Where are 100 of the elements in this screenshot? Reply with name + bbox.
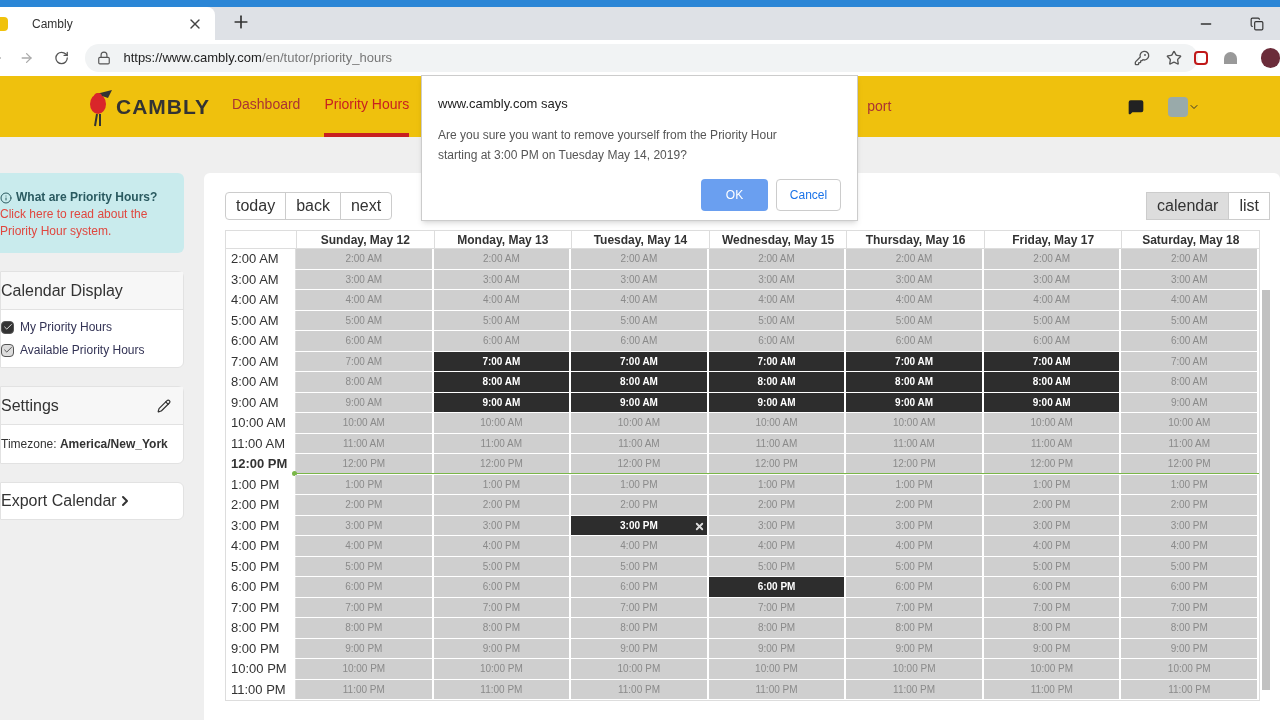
time-slot[interactable]: 2:00 AM [1121, 249, 1260, 269]
time-slot[interactable]: 7:00 PM [296, 597, 434, 617]
restore-icon[interactable] [1250, 16, 1264, 31]
time-slot[interactable]: 9:00 PM [846, 638, 984, 658]
time-slot[interactable]: 9:00 AM [296, 392, 434, 412]
profile-avatar-icon[interactable] [1261, 48, 1280, 68]
time-slot[interactable]: 9:00 AM [846, 392, 984, 412]
time-slot[interactable]: 7:00 PM [571, 597, 709, 617]
time-slot[interactable]: 6:00 AM [708, 331, 847, 351]
shield-extension-icon[interactable] [1194, 51, 1208, 65]
messages-icon[interactable] [1128, 98, 1145, 115]
cambly-logo[interactable]: CAMBLY [116, 90, 210, 123]
time-slot[interactable]: 2:00 PM [433, 495, 572, 515]
time-slot[interactable]: 4:00 PM [296, 536, 434, 556]
time-slot[interactable]: 3:00 AM [571, 269, 709, 289]
time-slot[interactable]: 2:00 AM [983, 249, 1122, 269]
reload-icon[interactable] [54, 50, 70, 66]
time-slot[interactable]: 2:00 PM [983, 495, 1122, 515]
nav-link[interactable]: Priority Hours [324, 76, 410, 137]
time-slot[interactable]: 10:00 PM [1121, 659, 1260, 679]
export-calendar-link[interactable]: Export Calendar [1, 489, 133, 513]
time-slot[interactable]: 9:00 PM [571, 638, 709, 658]
nav-button[interactable]: next [339, 192, 393, 220]
time-slot[interactable]: 8:00 PM [296, 618, 434, 638]
time-slot[interactable]: 6:00 PM [571, 577, 709, 597]
time-slot[interactable]: 12:00 PM [708, 454, 847, 474]
ok-button[interactable]: OK [701, 178, 768, 211]
time-slot[interactable]: 5:00 PM [846, 556, 984, 576]
time-slot[interactable]: 5:00 PM [1121, 556, 1260, 576]
time-slot[interactable]: 10:00 AM [1121, 413, 1260, 433]
time-slot[interactable]: 12:00 PM [1121, 454, 1260, 474]
time-slot[interactable]: 11:00 AM [296, 433, 434, 453]
time-slot[interactable]: 8:00 PM [708, 618, 847, 638]
time-slot[interactable]: 6:00 PM [1121, 577, 1260, 597]
time-slot[interactable]: 10:00 AM [571, 413, 709, 433]
time-slot[interactable]: 6:00 AM [846, 331, 984, 351]
time-slot[interactable]: 3:00 AM [296, 269, 434, 289]
time-slot[interactable]: 10:00 PM [983, 659, 1122, 679]
time-slot[interactable]: 4:00 AM [708, 290, 847, 310]
time-slot[interactable]: 7:00 PM [846, 597, 984, 617]
time-slot[interactable]: 10:00 AM [296, 413, 434, 433]
time-slot[interactable]: 9:00 AM [571, 392, 709, 412]
time-slot[interactable]: 10:00 PM [708, 659, 847, 679]
address-field[interactable]: https://www.cambly.com/en/tutor/priority_hours [85, 44, 1199, 72]
time-slot[interactable]: 10:00 PM [571, 659, 709, 679]
time-slot[interactable]: 8:00 AM [1121, 372, 1260, 392]
time-slot[interactable]: 2:00 PM [571, 495, 709, 515]
time-slot[interactable]: 11:00 AM [571, 433, 709, 453]
time-slot[interactable]: 4:00 AM [571, 290, 709, 310]
time-slot[interactable]: 3:00 AM [846, 269, 984, 289]
time-slot[interactable]: 11:00 PM [1121, 679, 1260, 699]
time-slot[interactable]: 4:00 PM [846, 536, 984, 556]
time-slot[interactable]: 2:00 PM [296, 495, 434, 515]
time-slot[interactable]: 1:00 PM [296, 474, 434, 494]
time-slot[interactable]: 11:00 PM [296, 679, 434, 699]
time-slot[interactable]: 12:00 PM [983, 454, 1122, 474]
time-slot[interactable]: 4:00 PM [1121, 536, 1260, 556]
time-slot[interactable]: 12:00 PM [433, 454, 572, 474]
time-slot[interactable]: 2:00 AM [571, 249, 709, 269]
time-slot[interactable]: 12:00 PM [571, 454, 709, 474]
scrollbar[interactable] [1262, 290, 1270, 690]
nav-link[interactable]: port [867, 96, 892, 117]
time-slot[interactable]: 2:00 PM [1121, 495, 1260, 515]
time-slot[interactable]: 1:00 PM [571, 474, 709, 494]
time-slot[interactable]: 7:00 AM [571, 351, 709, 371]
time-slot[interactable]: 4:00 PM [708, 536, 847, 556]
time-slot[interactable]: 4:00 AM [1121, 290, 1260, 310]
time-slot[interactable]: 8:00 PM [571, 618, 709, 638]
read-more-link[interactable]: Click here to read about the Priority Hour system. [0, 206, 150, 240]
time-slot[interactable]: 8:00 AM [983, 372, 1122, 392]
time-slot[interactable]: 10:00 PM [296, 659, 434, 679]
time-slot[interactable]: 8:00 AM [846, 372, 984, 392]
time-slot[interactable]: 7:00 AM [1121, 351, 1260, 371]
time-slot[interactable]: 5:00 AM [571, 310, 709, 330]
time-slot[interactable]: 11:00 AM [1121, 433, 1260, 453]
time-slot[interactable]: 2:00 AM [846, 249, 984, 269]
time-slot[interactable]: 4:00 AM [433, 290, 572, 310]
time-slot[interactable]: 8:00 PM [433, 618, 572, 638]
time-slot[interactable]: 8:00 PM [1121, 618, 1260, 638]
time-slot[interactable]: 6:00 PM [983, 577, 1122, 597]
time-slot[interactable]: 7:00 AM [846, 351, 984, 371]
time-slot[interactable]: 10:00 AM [433, 413, 572, 433]
time-slot[interactable]: 8:00 PM [846, 618, 984, 638]
time-slot[interactable]: 4:00 AM [296, 290, 434, 310]
time-slot[interactable]: 2:00 PM [708, 495, 847, 515]
time-slot[interactable]: 8:00 AM [571, 372, 709, 392]
time-slot[interactable]: 10:00 AM [983, 413, 1122, 433]
bookmark-star-icon[interactable] [1166, 50, 1183, 66]
time-slot[interactable]: 6:00 AM [433, 331, 572, 351]
time-slot[interactable]: 10:00 AM [708, 413, 847, 433]
time-slot[interactable]: 2:00 AM [296, 249, 434, 269]
time-slot[interactable]: 3:00 PM [571, 515, 709, 535]
time-slot[interactable]: 10:00 AM [846, 413, 984, 433]
remove-icon[interactable] [693, 520, 705, 532]
time-slot[interactable]: 4:00 AM [983, 290, 1122, 310]
time-slot[interactable]: 3:00 PM [1121, 515, 1260, 535]
nav-button[interactable]: back [285, 192, 341, 220]
checkbox[interactable] [1, 343, 14, 357]
time-slot[interactable]: 6:00 PM [433, 577, 572, 597]
time-slot[interactable]: 6:00 PM [846, 577, 984, 597]
